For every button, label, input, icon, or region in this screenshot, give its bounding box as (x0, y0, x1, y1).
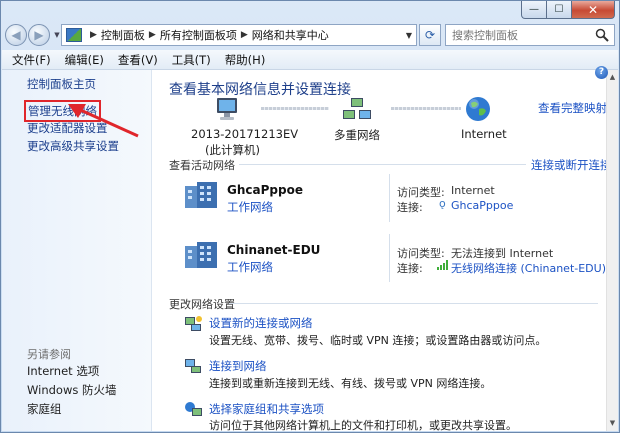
forward-button[interactable]: ▶ (28, 24, 50, 46)
see-also-heading: 另请参阅 (27, 348, 71, 361)
change-settings-heading: 更改网络设置 (169, 298, 235, 311)
content-area: 控制面板主页 管理无线网络 更改适配器设置 更改高级共享设置 另请参阅 Inte… (2, 66, 618, 432)
divider (389, 174, 390, 222)
window: — ☐ ✕ ◀ ▶ ▼ ▶ 控制面板 ▶ 所有控制面板项 ▶ 网络和共享中心 ▼… (0, 0, 620, 433)
multiple-networks-icon (343, 98, 371, 119)
internet-label: Internet (461, 127, 507, 141)
navigation-bar: ◀ ▶ ▼ ▶ 控制面板 ▶ 所有控制面板项 ▶ 网络和共享中心 ▼ ⟳ (5, 23, 615, 47)
access-type-label: 访问类型: (397, 247, 445, 260)
sidebar-item-internet-options[interactable]: Internet 选项 (27, 363, 99, 379)
chevron-down-icon[interactable]: ▼ (406, 31, 412, 40)
control-panel-icon (66, 28, 82, 42)
scroll-up-arrow-icon[interactable]: ▲ (607, 72, 618, 83)
sidebar-item-homegroup[interactable]: 家庭组 (27, 401, 62, 417)
chevron-right-icon[interactable]: ▶ (149, 30, 156, 40)
caption-buttons: — ☐ ✕ (521, 1, 615, 19)
dialup-connection-icon: ǫ (439, 197, 446, 210)
connect-to-network-desc: 连接到或重新连接到无线、有线、拨号或 VPN 网络连接。 (209, 377, 492, 390)
wifi-signal-icon (437, 260, 448, 270)
maximize-button[interactable]: ☐ (547, 1, 572, 19)
map-connector-line (261, 107, 329, 110)
connect-disconnect-link[interactable]: 连接或断开连接 (531, 157, 612, 173)
multiple-networks-label: 多重网络 (334, 128, 380, 142)
access-type-label: 访问类型: (397, 186, 445, 199)
refresh-button[interactable]: ⟳ (419, 24, 441, 46)
page-title: 查看基本网络信息并设置连接 (169, 82, 351, 98)
scroll-down-arrow-icon[interactable]: ▼ (607, 418, 618, 429)
address-bar[interactable]: ▶ 控制面板 ▶ 所有控制面板项 ▶ 网络和共享中心 ▼ (61, 24, 417, 46)
access-type-value: 无法连接到 Internet (451, 247, 554, 260)
main-panel: 查看基本网络信息并设置连接 查看完整映射 2013-20171213EV (此计… (153, 70, 612, 432)
divider (229, 303, 598, 304)
connect-to-network-link[interactable]: 连接到网络 (209, 358, 267, 374)
access-type-value: Internet (451, 184, 495, 197)
sidebar-item-windows-firewall[interactable]: Windows 防火墙 (27, 382, 117, 398)
network-name: Chinanet-EDU (227, 243, 321, 257)
network-type-link[interactable]: 工作网络 (227, 259, 273, 275)
map-connector-line (391, 107, 461, 110)
vertical-scrollbar[interactable]: ? ▲ ▼ (595, 66, 618, 431)
forward-arrow-icon: ▶ (34, 28, 44, 42)
network-type-link[interactable]: 工作网络 (227, 199, 273, 215)
menu-bar: 文件(F) 编辑(E) 查看(V) 工具(T) 帮助(H) (2, 50, 618, 70)
divider (389, 234, 390, 282)
homegroup-icon (185, 402, 202, 416)
sidebar: 控制面板主页 管理无线网络 更改适配器设置 更改高级共享设置 另请参阅 Inte… (2, 70, 152, 431)
connection-link[interactable]: 无线网络连接 (Chinanet-EDU) (451, 260, 606, 276)
homegroup-sharing-desc: 访问位于其他网络计算机上的文件和打印机，或更改共享设置。 (209, 419, 517, 432)
menu-help[interactable]: 帮助(H) (225, 52, 266, 68)
divider (239, 164, 526, 165)
setup-new-connection-desc: 设置无线、宽带、拨号、临时或 VPN 连接；或设置路由器或访问点。 (209, 334, 547, 347)
back-arrow-icon: ◀ (11, 28, 21, 42)
computer-name: 2013-20171213EV (191, 127, 299, 141)
menu-view[interactable]: 查看(V) (118, 52, 158, 68)
network-building-icon (185, 182, 217, 208)
annotation-arrow-icon (68, 104, 139, 138)
menu-file[interactable]: 文件(F) (12, 52, 51, 68)
breadcrumb-all-items[interactable]: 所有控制面板项 (160, 27, 237, 43)
homegroup-sharing-link[interactable]: 选择家庭组和共享选项 (209, 401, 324, 417)
close-button[interactable]: ✕ (572, 1, 615, 19)
menu-tools[interactable]: 工具(T) (172, 52, 211, 68)
new-connection-icon (185, 316, 202, 331)
setup-new-connection-link[interactable]: 设置新的连接或网络 (209, 315, 313, 331)
breadcrumb-control-panel[interactable]: 控制面板 (101, 27, 145, 43)
network-building-icon (185, 242, 217, 268)
minimize-button[interactable]: — (521, 1, 547, 19)
computer-subtitle: (此计算机) (205, 143, 260, 157)
search-input[interactable] (452, 28, 592, 42)
connection-label: 连接: (397, 201, 423, 214)
active-networks-heading: 查看活动网络 (169, 159, 235, 172)
search-box[interactable] (445, 24, 615, 46)
network-name: GhcaPppoe (227, 183, 303, 197)
search-icon[interactable] (595, 28, 609, 42)
connection-label: 连接: (397, 262, 423, 275)
computer-icon (217, 98, 237, 120)
chevron-right-icon[interactable]: ▶ (90, 30, 97, 40)
refresh-icon: ⟳ (424, 28, 436, 42)
chevron-right-icon[interactable]: ▶ (241, 30, 248, 40)
menu-edit[interactable]: 编辑(E) (65, 52, 104, 68)
breadcrumb-network-center[interactable]: 网络和共享中心 (252, 27, 329, 43)
view-full-map-link[interactable]: 查看完整映射 (538, 100, 607, 116)
connection-link[interactable]: GhcaPppoe (451, 199, 513, 212)
back-button[interactable]: ◀ (5, 24, 27, 46)
internet-globe-icon (466, 97, 490, 121)
sidebar-item-control-panel-home[interactable]: 控制面板主页 (27, 76, 96, 92)
connect-network-icon (185, 359, 201, 373)
